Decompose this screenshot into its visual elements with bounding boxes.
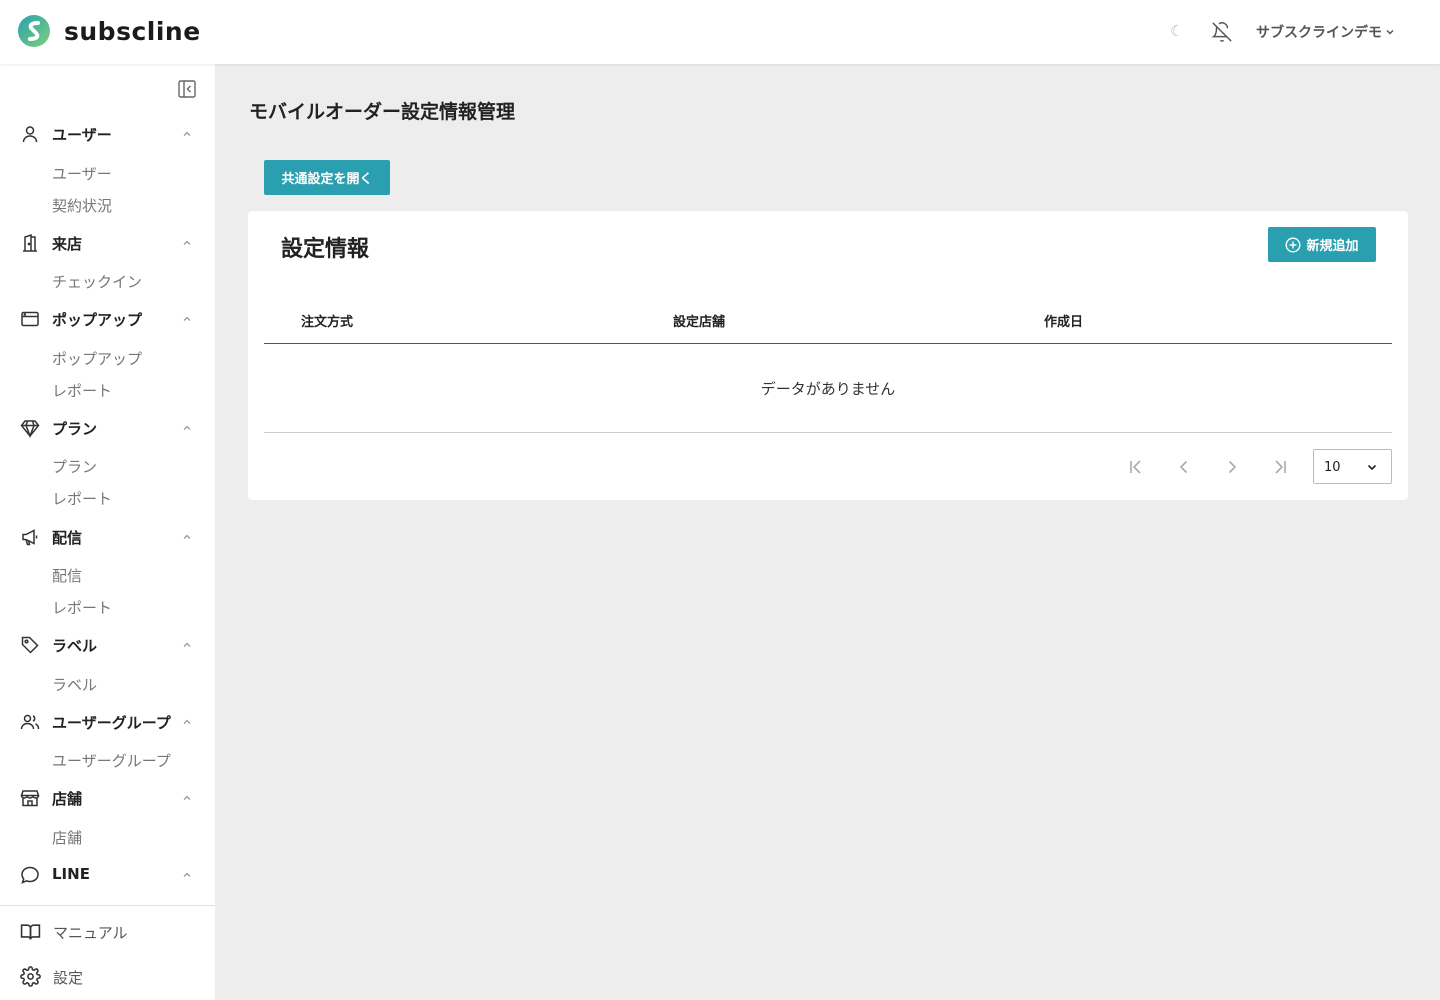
user-menu[interactable]: サブスクラインデモ <box>1256 22 1395 42</box>
user-icon <box>22 126 38 143</box>
sidebar-section-popup[interactable]: ポップアップ <box>0 307 215 331</box>
sidebar-item-plan[interactable]: プラン <box>52 456 97 477</box>
sidebar-divider <box>0 905 215 906</box>
store-entrance-icon <box>23 233 37 252</box>
book-icon <box>20 924 41 940</box>
sidebar-item-manual[interactable]: マニュアル <box>0 919 215 943</box>
last-page-icon[interactable] <box>1270 457 1290 477</box>
sidebar-section-delivery[interactable]: 配信 <box>0 525 215 549</box>
chevron-up-icon <box>183 642 191 647</box>
chevron-down-icon <box>1386 29 1394 35</box>
open-common-settings-button[interactable]: 共通設定を開く <box>264 160 390 195</box>
sidebar-item-label[interactable]: ラベル <box>52 674 97 695</box>
add-new-button-label: 新規追加 <box>1306 239 1359 254</box>
moon-icon[interactable]: ☾ <box>1170 22 1183 40</box>
table-footer-divider <box>264 432 1392 433</box>
chevron-up-icon <box>183 240 191 245</box>
empty-message: データがありません <box>760 380 896 398</box>
brand-logo[interactable]: subscline <box>16 14 201 48</box>
sidebar-item-label: マニュアル <box>53 924 128 942</box>
bell-off-icon[interactable] <box>1211 21 1233 43</box>
column-header-created-date[interactable]: 作成日 <box>1044 311 1083 330</box>
sidebar-section-label: ポップアップ <box>52 311 143 329</box>
sidebar-item-checkin[interactable]: チェックイン <box>52 271 142 292</box>
sidebar-section-label: 来店 <box>52 235 83 253</box>
top-header: subscline ☾ サブスクラインデモ <box>0 0 1440 64</box>
chevron-up-icon <box>183 795 191 800</box>
next-page-icon[interactable] <box>1222 457 1242 477</box>
sidebar-section-label-mgmt[interactable]: ラベル <box>0 633 215 657</box>
plus-circle-icon <box>1285 236 1301 253</box>
settings-card: 設定情報 新規追加 注文方式 設定店舗 作成日 データがありません 10 <box>248 211 1408 500</box>
sidebar-item-popup[interactable]: ポップアップ <box>52 348 142 369</box>
sidebar-item-contract[interactable]: 契約状況 <box>52 195 112 216</box>
chevron-up-icon <box>183 534 191 539</box>
rows-per-page-value: 10 <box>1324 460 1341 475</box>
shop-icon <box>20 790 40 807</box>
chevron-up-icon <box>183 131 191 136</box>
sidebar-section-label: LINE <box>52 865 90 883</box>
sidebar-item-settings[interactable]: 設定 <box>0 964 215 988</box>
sidebar-section-user-group[interactable]: ユーザーグループ <box>0 710 215 734</box>
sidebar-section-store[interactable]: 店舗 <box>0 786 215 810</box>
chevron-down-icon <box>1367 464 1377 471</box>
chevron-up-icon <box>183 872 191 877</box>
gear-icon <box>20 966 41 987</box>
sidebar: ユーザー ユーザー 契約状況 来店 チェックイン ポップアップ ポップアップ レ… <box>0 64 215 1000</box>
sidebar-item-user[interactable]: ユーザー <box>52 163 112 184</box>
chevron-up-icon <box>183 719 191 724</box>
sidebar-section-label: ユーザーグループ <box>52 714 171 732</box>
rows-per-page-select[interactable]: 10 <box>1313 449 1392 484</box>
logo-mark-icon <box>18 15 50 47</box>
column-header-order-method[interactable]: 注文方式 <box>301 311 353 330</box>
sidebar-item-plan-report[interactable]: レポート <box>52 488 112 509</box>
sidebar-item-popup-report[interactable]: レポート <box>52 380 112 401</box>
sidebar-section-label: 店舗 <box>52 790 83 808</box>
card-title: 設定情報 <box>281 237 370 262</box>
page-title: モバイルオーダー設定情報管理 <box>249 101 516 123</box>
user-name: サブスクラインデモ <box>1256 25 1382 41</box>
column-header-stores[interactable]: 設定店舗 <box>673 311 725 330</box>
add-new-button[interactable]: 新規追加 <box>1268 227 1376 262</box>
sidebar-section-visit[interactable]: 来店 <box>0 231 215 255</box>
sidebar-section-label: 配信 <box>52 529 83 547</box>
brand-name: subscline <box>64 16 201 46</box>
chevron-up-icon <box>183 316 191 321</box>
sidebar-collapse-icon[interactable] <box>177 79 197 99</box>
sidebar-item-delivery[interactable]: 配信 <box>52 565 82 586</box>
diamond-icon <box>20 420 40 438</box>
sidebar-section-label: ラベル <box>52 637 98 655</box>
tag-icon <box>21 636 39 654</box>
sidebar-section-line[interactable]: LINE <box>0 863 215 887</box>
sidebar-section-user[interactable]: ユーザー <box>0 122 215 146</box>
sidebar-item-user-group[interactable]: ユーザーグループ <box>52 750 171 771</box>
table-header-divider <box>264 343 1392 344</box>
sidebar-item-delivery-report[interactable]: レポート <box>52 597 112 618</box>
previous-page-icon[interactable] <box>1174 457 1194 477</box>
sidebar-section-label: プラン <box>52 420 98 438</box>
window-icon <box>21 311 39 327</box>
sidebar-section-plan[interactable]: プラン <box>0 416 215 440</box>
sidebar-item-label: 設定 <box>53 969 84 987</box>
users-icon <box>20 714 40 730</box>
chevron-up-icon <box>183 425 191 430</box>
sidebar-item-store[interactable]: 店舗 <box>52 827 82 848</box>
sidebar-section-label: ユーザー <box>52 126 112 144</box>
first-page-icon[interactable] <box>1126 457 1146 477</box>
megaphone-icon <box>22 529 38 546</box>
chat-bubble-icon <box>21 866 39 884</box>
